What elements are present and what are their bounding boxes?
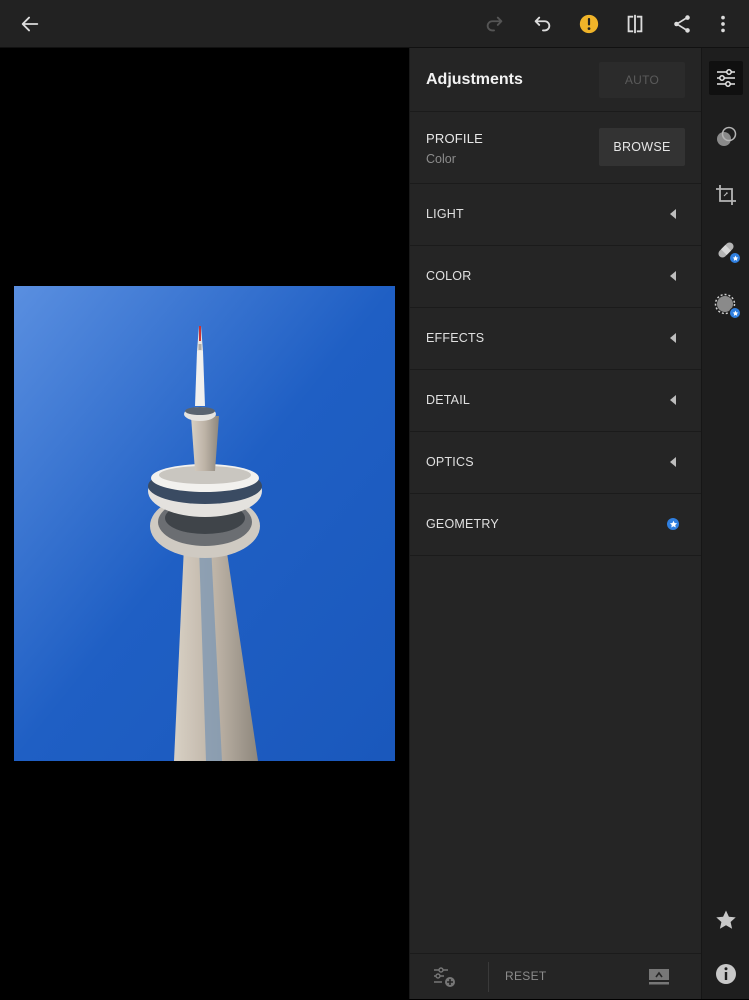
section-label: GEOMETRY: [426, 517, 499, 531]
redo-icon[interactable]: [481, 10, 509, 38]
collapse-caret-icon: [670, 209, 676, 219]
panel-footer: RESET: [410, 953, 702, 1000]
back-arrow-icon[interactable]: [16, 10, 44, 38]
presets-add-icon[interactable]: [432, 966, 456, 988]
premium-star-icon: [667, 518, 679, 530]
profile-row[interactable]: PROFILE Color BROWSE: [410, 112, 702, 184]
collapse-caret-icon: [670, 395, 676, 405]
browse-button[interactable]: BROWSE: [599, 128, 685, 166]
compare-icon[interactable]: [621, 10, 649, 38]
adjustments-panel: Adjustments AUTO PROFILE Color BROWSE LI…: [409, 48, 702, 999]
section-color[interactable]: COLOR: [410, 246, 702, 308]
warning-icon[interactable]: [575, 10, 603, 38]
reset-button[interactable]: RESET: [505, 969, 547, 983]
section-effects[interactable]: EFFECTS: [410, 308, 702, 370]
section-label: DETAIL: [426, 393, 471, 407]
selective-icon[interactable]: [709, 120, 743, 154]
section-light[interactable]: LIGHT: [410, 184, 702, 246]
before-after-icon[interactable]: [648, 967, 670, 987]
adjustments-icon[interactable]: [709, 61, 743, 95]
profile-value: Color: [426, 152, 456, 166]
section-label: OPTICS: [426, 455, 474, 469]
section-label: EFFECTS: [426, 331, 485, 345]
rating-star-icon[interactable]: [709, 903, 743, 937]
tool-strip: [701, 48, 749, 999]
radial-icon[interactable]: [709, 288, 743, 322]
profile-label: PROFILE: [426, 131, 484, 146]
auto-button[interactable]: AUTO: [599, 62, 685, 98]
collapse-caret-icon: [670, 457, 676, 467]
footer-divider: [488, 962, 489, 992]
crop-icon[interactable]: [709, 178, 743, 212]
section-detail[interactable]: DETAIL: [410, 370, 702, 432]
info-icon[interactable]: [709, 957, 743, 991]
collapse-caret-icon: [670, 271, 676, 281]
photo-preview[interactable]: [14, 286, 395, 761]
top-toolbar: [0, 0, 749, 48]
undo-icon[interactable]: [528, 10, 556, 38]
premium-star-icon: [729, 252, 741, 264]
section-label: COLOR: [426, 269, 472, 283]
collapse-caret-icon: [670, 333, 676, 343]
panel-header: Adjustments AUTO: [410, 48, 702, 112]
healing-icon[interactable]: [709, 233, 743, 267]
photo-canvas[interactable]: [0, 48, 409, 999]
share-icon[interactable]: [668, 10, 696, 38]
section-optics[interactable]: OPTICS: [410, 432, 702, 494]
premium-star-icon: [729, 307, 741, 319]
more-vertical-icon[interactable]: [709, 10, 737, 38]
section-geometry[interactable]: GEOMETRY: [410, 494, 702, 556]
panel-title: Adjustments: [426, 71, 523, 88]
section-label: LIGHT: [426, 207, 464, 221]
